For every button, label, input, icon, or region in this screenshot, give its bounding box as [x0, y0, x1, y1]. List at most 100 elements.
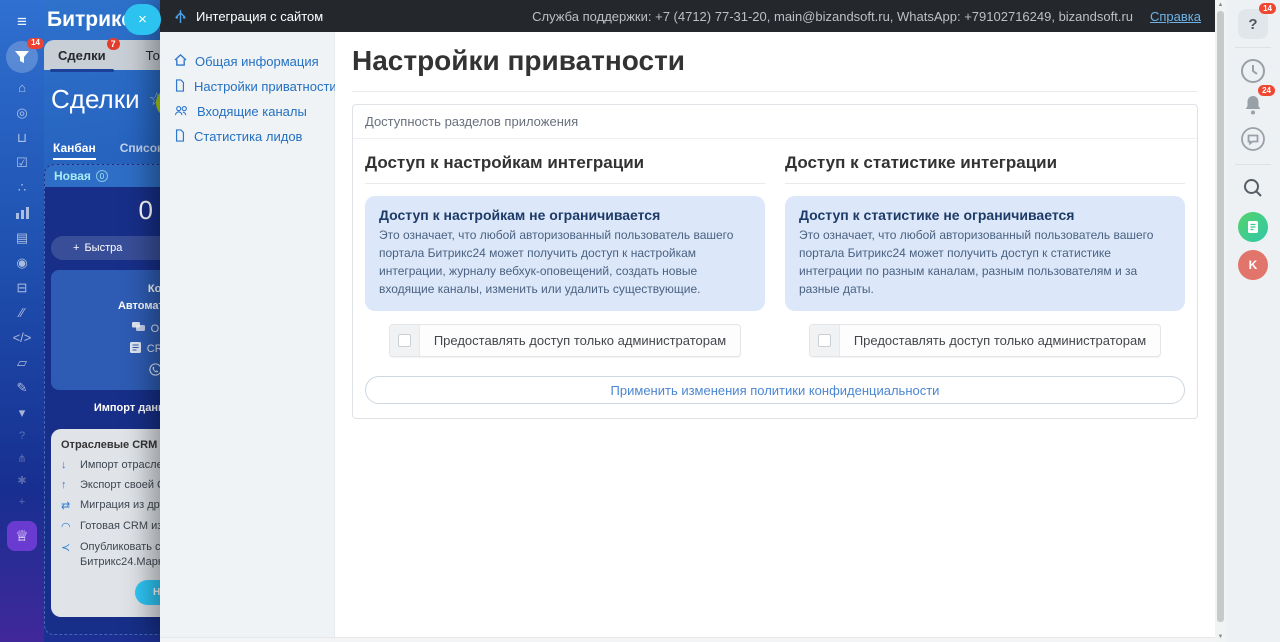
tab-deals[interactable]: Сделки 7	[58, 48, 106, 63]
modal-sidebar: Общая информация Настройки приватности Вхо…	[160, 32, 335, 642]
vertical-scrollbar[interactable]: ▲ ▼	[1215, 0, 1226, 642]
help-button[interactable]: ? 14	[1238, 9, 1268, 39]
info-title: Доступ к статистике не ограничивается	[799, 207, 1171, 223]
history-clock-icon[interactable]	[1239, 57, 1267, 85]
right-utility-rail: ? 14 24 K	[1226, 0, 1280, 642]
notifications-badge: 24	[1258, 85, 1275, 96]
help-icon[interactable]: ?	[6, 425, 38, 447]
checkbox-cell[interactable]	[810, 325, 840, 356]
checkbox-cell[interactable]	[390, 325, 420, 356]
horizontal-scrollbar-track[interactable]	[160, 637, 1215, 642]
view-tab-list[interactable]: Список	[120, 141, 163, 160]
modal-menu-label: Общая информация	[195, 54, 319, 69]
crm-funnel-icon[interactable]: 14	[6, 41, 38, 73]
sales-icon[interactable]: ∕∕	[6, 300, 38, 325]
cloud-icon: ◠	[61, 520, 73, 533]
tasks-icon[interactable]: ☑	[6, 150, 38, 175]
support-info: Служба поддержки: +7 (4712) 77-31-20, ma…	[532, 9, 1133, 24]
admin-only-settings-checkbox[interactable]: Предоставлять доступ только администрато…	[389, 324, 741, 357]
checkbox-unchecked[interactable]	[398, 334, 411, 347]
modal-menu-label: Статистика лидов	[194, 129, 302, 144]
modal-menu-item-2[interactable]: Настройки приватности	[174, 74, 334, 99]
cart-icon[interactable]: ⊔	[6, 125, 38, 150]
chat-icon	[132, 322, 145, 335]
doc-edit-icon[interactable]: ▱	[6, 350, 38, 375]
form-icon	[130, 342, 141, 356]
panel-body: Доступ к настройкам интеграции Доступ к …	[353, 139, 1197, 418]
checkbox-label: Предоставлять доступ только администрато…	[840, 325, 1160, 356]
share-icon: ≺	[61, 541, 73, 554]
home-icon	[174, 54, 187, 69]
settings-icon[interactable]: ✱	[6, 469, 38, 491]
content-title: Настройки приватности	[352, 44, 1198, 78]
doc-icon	[174, 129, 186, 145]
stats-access-info: Доступ к статистике не ограничивается Эт…	[785, 196, 1185, 311]
robot-icon[interactable]: ◉	[6, 250, 38, 275]
database-icon[interactable]: ⊟	[6, 275, 38, 300]
close-button[interactable]: ×	[124, 4, 161, 35]
panel-header: Доступность разделов приложения	[353, 105, 1197, 139]
kanban-column-label: Новая	[54, 169, 91, 183]
column-heading: Доступ к настройкам интеграции	[365, 153, 765, 173]
modal-menu-label: Входящие каналы	[197, 104, 307, 119]
notifications-bell-icon[interactable]: 24	[1239, 91, 1267, 119]
availability-panel: Доступность разделов приложения Доступ к…	[352, 104, 1198, 419]
divider	[1235, 164, 1271, 165]
modal-menu-item-4[interactable]: Статистика лидов	[174, 124, 334, 149]
page-title: Сделки	[51, 84, 140, 115]
modal-title: Интеграция с сайтом	[196, 9, 323, 24]
export-icon: ↑	[61, 479, 73, 491]
crm-funnel-icon-badge: 14	[27, 38, 44, 49]
page-title-row: Сделки ☆	[51, 84, 165, 115]
kanban-amount: 0	[45, 187, 157, 226]
add-icon[interactable]: +	[6, 491, 38, 513]
admin-only-stats-checkbox[interactable]: Предоставлять доступ только администрато…	[809, 324, 1161, 357]
marketplace-widget-icon[interactable]	[1238, 212, 1268, 242]
screen: Битрикс24 Сделки 7 Товары Сделки ☆ Канба…	[0, 0, 1280, 642]
scroll-down-arrow[interactable]: ▼	[1215, 634, 1226, 640]
chevron-down-icon[interactable]: ▾	[6, 400, 38, 425]
search-icon[interactable]	[1239, 174, 1267, 202]
settings-access-info: Доступ к настройкам не ограничивается Эт…	[365, 196, 765, 311]
scrollbar-thumb[interactable]	[1217, 11, 1224, 622]
menu-icon[interactable]: ≡	[6, 9, 38, 34]
home-icon[interactable]: ⌂	[6, 75, 38, 100]
checkbox-unchecked[interactable]	[818, 334, 831, 347]
quick-deal-label: Быстра	[84, 242, 122, 254]
doc-icon	[174, 79, 186, 95]
settings-access-column: Доступ к настройкам интеграции Доступ к …	[365, 151, 765, 357]
modal-menu-item-1[interactable]: Общая информация	[174, 49, 334, 74]
divider	[365, 183, 765, 184]
info-text: Это означает, что любой авторизованный п…	[379, 228, 733, 296]
modal-menu-label: Настройки приватности	[194, 79, 337, 94]
chart-icon[interactable]	[6, 200, 38, 225]
scroll-up-arrow[interactable]: ▲	[1215, 2, 1226, 8]
info-title: Доступ к настройкам не ограничивается	[379, 207, 751, 223]
info-text: Это означает, что любой авторизованный п…	[799, 228, 1153, 296]
network-icon[interactable]: ∴	[6, 175, 38, 200]
integration-modal: × Интеграция с сайтом Служба поддержки: …	[160, 0, 1215, 642]
help-link[interactable]: Справка	[1150, 9, 1201, 24]
target-icon[interactable]: ◎	[6, 100, 38, 125]
column-heading: Доступ к статистике интеграции	[785, 153, 1185, 173]
checkbox-label: Предоставлять доступ только администрато…	[420, 325, 740, 356]
apply-privacy-button[interactable]: Применить изменения политики конфиденциа…	[365, 376, 1185, 404]
migrate-icon: ⇄	[61, 499, 73, 512]
tab-deals-label: Сделки	[58, 48, 106, 63]
modal-menu-item-3[interactable]: Входящие каналы	[174, 99, 334, 124]
tab-deals-badge: 7	[107, 38, 120, 50]
plus-icon: +	[73, 242, 79, 254]
market-crown-icon[interactable]: ♕	[7, 521, 37, 551]
app-icon	[174, 9, 187, 24]
modal-header: Интеграция с сайтом Служба поддержки: +7…	[160, 0, 1215, 32]
contacts-icon[interactable]: ▤	[6, 225, 38, 250]
divider	[1235, 47, 1271, 48]
user-avatar[interactable]: K	[1238, 250, 1268, 280]
messenger-icon[interactable]	[1239, 125, 1267, 153]
divider	[352, 91, 1198, 92]
structure-icon[interactable]: ⋔	[6, 447, 38, 469]
stats-access-column: Доступ к статистике интеграции Доступ к …	[785, 151, 1185, 357]
pencil-icon[interactable]: ✎	[6, 375, 38, 400]
code-icon[interactable]: </>	[6, 325, 38, 350]
view-tab-kanban[interactable]: Канбан	[53, 141, 96, 160]
